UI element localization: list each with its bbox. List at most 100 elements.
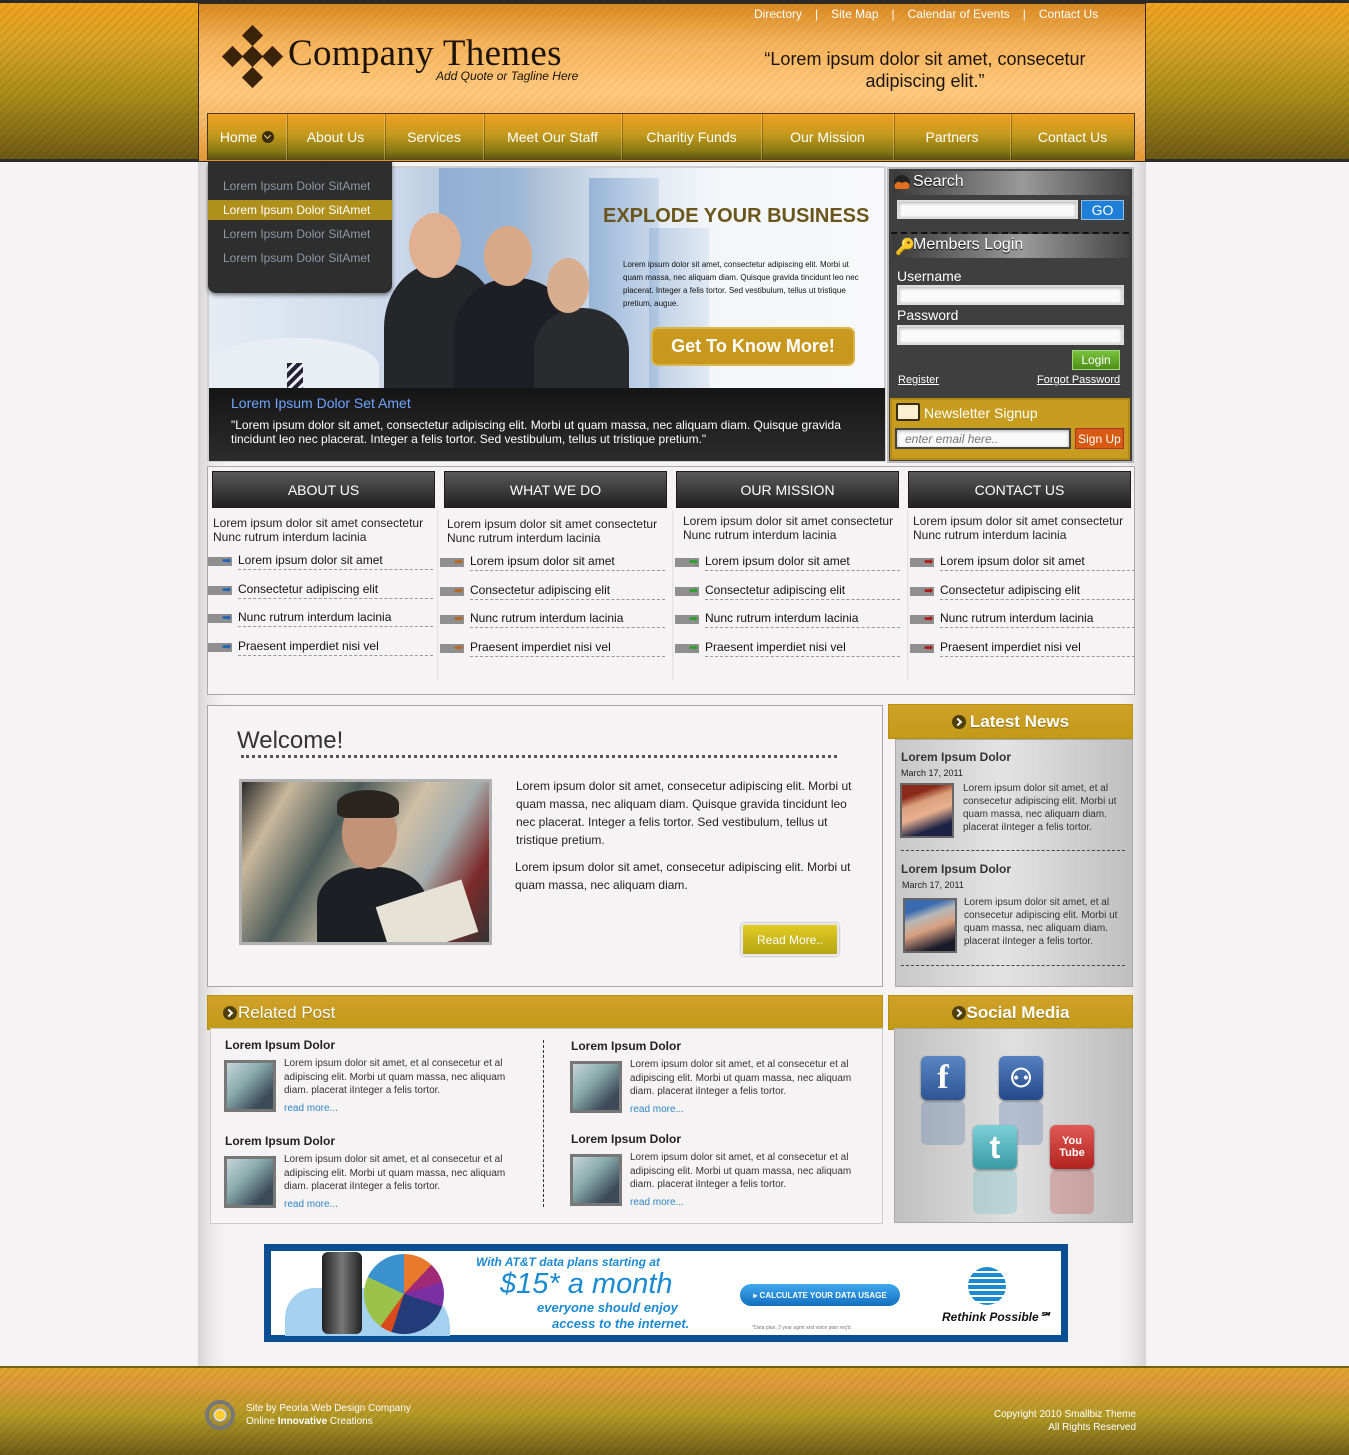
nav-about-us[interactable]: About Us [287,114,385,160]
search-title: Search [913,173,964,190]
column-header-contact-us[interactable]: CONTACT US [908,471,1131,508]
youtube-icon[interactable]: You Tube [1050,1125,1094,1169]
column-list-item[interactable]: ➡ Lorem ipsum dolor sit amet [440,554,666,585]
news-text: Lorem ipsum dolor sit amet, et al consec… [964,897,1118,947]
arrow-right-icon: ➡ [222,583,232,596]
facebook-glyph: f [937,1059,949,1096]
column-list-item[interactable]: ➡ Nunc rutrum interdum lacinia [910,611,1136,642]
column-intro: Lorem ipsum dolor sit amet consectetur N… [913,514,1124,542]
news-text: Lorem ipsum dolor sit amet, et al consec… [963,783,1117,833]
person-head [547,258,589,313]
nav-meet-our-staff[interactable]: Meet Our Staff [484,114,622,160]
logo-icon[interactable] [221,24,284,89]
att-globe-icon [968,1267,1006,1305]
dropdown-item[interactable]: Lorem Ipsum Dolor SitAmet [208,224,392,248]
column-header-our-mission[interactable]: OUR MISSION [676,471,899,508]
password-input[interactable] [897,325,1124,345]
twitter-icon[interactable]: t [973,1125,1017,1169]
column-list-item[interactable]: ➡ Praesent imperdiet nisi vel [675,640,901,671]
read-more-link[interactable]: read more... [284,1103,338,1114]
post-title[interactable]: Lorem Ipsum Dolor [225,1134,335,1148]
login-button[interactable]: Login [1072,350,1120,370]
footer-site-by[interactable]: Site by Peoria Web Design Company [246,1402,411,1415]
column-list-item[interactable]: ➡ Nunc rutrum interdum lacinia [208,610,434,641]
myspace-icon[interactable]: ⚇ [999,1056,1043,1100]
newsletter-email-input[interactable] [895,428,1071,449]
top-link-directory[interactable]: Directory [754,7,802,21]
binoculars-icon [894,175,910,189]
sign-up-button[interactable]: Sign Up [1075,428,1124,449]
top-links: Directory | Site Map | Calendar of Event… [754,7,1098,21]
news-divider [901,965,1125,966]
search-go-button[interactable]: GO [1081,200,1124,220]
read-more-button[interactable]: Read More.. [741,923,839,956]
facebook-icon[interactable]: f [921,1056,965,1100]
item-divider [238,597,433,599]
top-link-site-map[interactable]: Site Map [831,7,878,21]
column-header-what-we-do[interactable]: WHAT WE DO [444,471,667,508]
column-separator [543,1040,544,1207]
column-list-item[interactable]: ➡ Consectetur adipiscing elit [910,583,1136,614]
read-more-link[interactable]: read more... [284,1199,338,1210]
item-divider [705,570,900,571]
post-title[interactable]: Lorem Ipsum Dolor [571,1039,681,1053]
nav-contact-us[interactable]: Contact Us [1011,114,1134,160]
news-title[interactable]: Lorem Ipsum Dolor [901,750,1011,764]
column-list-item[interactable]: ➡ Nunc rutrum interdum lacinia [675,611,901,642]
post-title[interactable]: Lorem Ipsum Dolor [225,1038,335,1052]
rights-text: All Rights Reserved [1048,1422,1136,1433]
column-list-item[interactable]: ➡ Praesent imperdiet nisi vel [910,640,1136,671]
password-label: Password [897,307,959,323]
related-post-header: Related Post [207,995,883,1030]
nav-services[interactable]: Services [385,114,484,160]
item-divider [238,654,433,656]
dropdown-item[interactable]: Lorem Ipsum Dolor SitAmet [208,248,392,272]
design-company-logo-icon[interactable] [205,1400,235,1430]
ad-slogan: Rethink Possible℠ [942,1310,1051,1324]
hero-title: EXPLODE YOUR BUSINESS [603,205,870,227]
main-nav: Home About Us Services Meet Our Staff Ch… [207,113,1135,160]
arrow-right-icon: ➡ [924,584,934,597]
get-to-know-more-button[interactable]: Get To Know More! [651,327,855,366]
username-input[interactable] [897,285,1124,305]
search-input[interactable] [897,200,1078,219]
nav-charity-funds[interactable]: Charitiy Funds [622,114,762,160]
myspace-glyph: ⚇ [1009,1062,1033,1093]
column-item-label: Consectetur adipiscing elit [238,581,379,596]
nav-our-mission[interactable]: Our Mission [762,114,894,160]
ad-line-4: access to the internet. [552,1316,690,1331]
column-intro: Lorem ipsum dolor sit amet consectetur N… [683,514,894,542]
read-more-link[interactable]: read more... [630,1104,684,1115]
dropdown-item[interactable]: Lorem Ipsum Dolor SitAmet [208,176,392,200]
forgot-password-link[interactable]: Forgot Password [1037,374,1120,386]
nav-home[interactable]: Home [208,114,287,160]
ad-line-1: With AT&T data plans starting at [476,1255,660,1269]
column-list-item[interactable]: ➡ Consectetur adipiscing elit [440,583,666,614]
post-title[interactable]: Lorem Ipsum Dolor [571,1132,681,1146]
post-text: Lorem ipsum dolor sit amet, et al consec… [284,1058,506,1096]
chevron-down-icon [262,131,275,143]
item-divider [940,570,1135,571]
column-list-item[interactable]: ➡ Lorem ipsum dolor sit amet [208,553,434,584]
dropdown-item-active[interactable]: Lorem Ipsum Dolor SitAmet [208,200,392,220]
item-divider [705,627,900,628]
column-list-item[interactable]: ➡ Consectetur adipiscing elit [675,583,901,614]
news-date: March 17, 2011 [902,880,964,890]
column-list-item[interactable]: ➡ Lorem ipsum dolor sit amet [675,554,901,585]
column-list-item[interactable]: ➡ Consectetur adipiscing elit [208,581,434,613]
column-header-about-us[interactable]: ABOUT US [212,471,435,508]
column-list-item[interactable]: ➡ Lorem ipsum dolor sit amet [910,554,1136,585]
top-link-calendar[interactable]: Calendar of Events [908,7,1010,21]
nav-partners[interactable]: Partners [894,114,1011,160]
caption-title[interactable]: Lorem Ipsum Dolor Set Amet [231,395,411,411]
news-title[interactable]: Lorem Ipsum Dolor [901,862,1011,876]
register-link[interactable]: Register [898,374,939,386]
column-list-item[interactable]: ➡ Praesent imperdiet nisi vel [208,639,434,670]
calculate-data-usage-button[interactable]: ▸ CALCULATE YOUR DATA USAGE [740,1284,900,1306]
column-list-item[interactable]: ➡ Praesent imperdiet nisi vel [440,640,666,671]
ad-fine-print: *Data plan, 2 year agmt and voice plan r… [752,1325,851,1331]
read-more-link[interactable]: read more... [630,1197,684,1208]
top-link-contact[interactable]: Contact Us [1039,7,1098,21]
column-item-label: Nunc rutrum interdum lacinia [940,611,1094,625]
column-list-item[interactable]: ➡ Nunc rutrum interdum lacinia [440,611,666,642]
